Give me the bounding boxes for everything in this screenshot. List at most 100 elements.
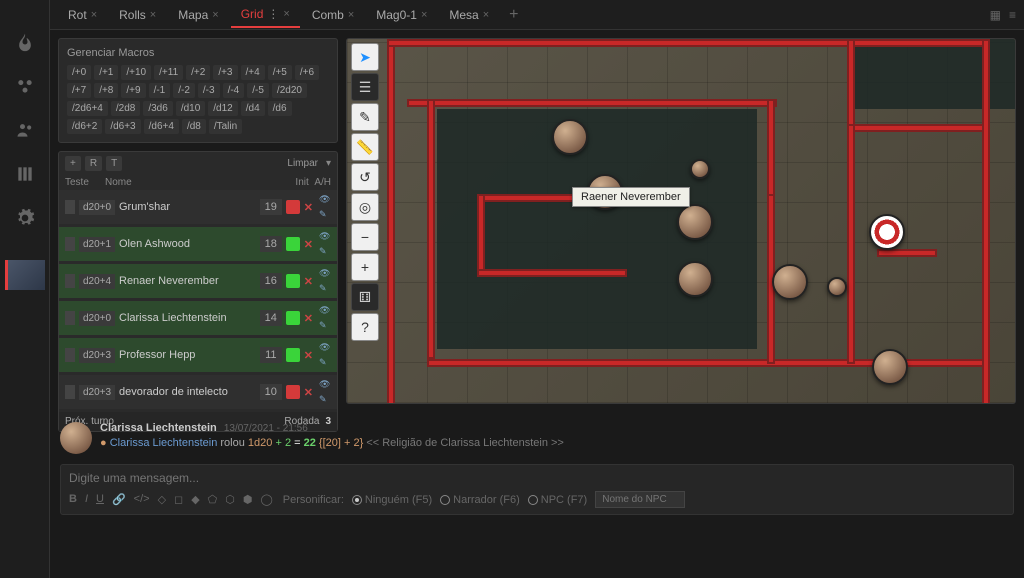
- delete-icon[interactable]: ✕: [304, 349, 313, 362]
- macro-chip[interactable]: /d6+4: [144, 119, 179, 134]
- drag-handle[interactable]: [65, 200, 75, 214]
- flame-icon[interactable]: [13, 30, 37, 54]
- init-t-button[interactable]: T: [106, 156, 122, 171]
- target-tool[interactable]: ◎: [351, 193, 379, 221]
- close-icon[interactable]: ×: [91, 9, 97, 21]
- macro-chip[interactable]: /d10: [176, 101, 205, 116]
- color-swatch[interactable]: [286, 200, 300, 214]
- macro-chip[interactable]: /d8: [182, 119, 206, 134]
- initiative-value[interactable]: 18: [260, 236, 282, 252]
- edit-icon[interactable]: ✎: [319, 394, 331, 405]
- macro-chip[interactable]: /d6+2: [67, 119, 102, 134]
- users-icon[interactable]: [13, 118, 37, 142]
- token[interactable]: [552, 119, 588, 155]
- initiative-row[interactable]: d20+4Renaer Neverember16✕👁✎: [59, 264, 337, 298]
- macro-chip[interactable]: /2d6+4: [67, 101, 108, 116]
- initiative-value[interactable]: 16: [260, 273, 282, 289]
- dice-tool[interactable]: ⚅: [351, 283, 379, 311]
- radio-none[interactable]: Ninguém (F5): [352, 494, 432, 506]
- chevron-down-icon[interactable]: ▾: [326, 158, 331, 169]
- close-icon[interactable]: ×: [483, 9, 489, 21]
- tab-rot[interactable]: Rot×: [58, 3, 107, 27]
- tab-comb[interactable]: Comb×: [302, 3, 364, 27]
- macro-chip[interactable]: /+4: [241, 65, 265, 80]
- radio-npc[interactable]: NPC (F7): [528, 494, 587, 506]
- history-tool[interactable]: ↺: [351, 163, 379, 191]
- drag-handle[interactable]: [65, 274, 75, 288]
- delete-icon[interactable]: ✕: [304, 312, 313, 325]
- macro-chip[interactable]: /+2: [186, 65, 210, 80]
- drag-handle[interactable]: [65, 348, 75, 362]
- d100-icon[interactable]: ◯: [260, 493, 272, 506]
- tab-grid[interactable]: Grid⋮×: [231, 2, 300, 28]
- token-target[interactable]: [869, 214, 905, 250]
- macro-chip[interactable]: /+3: [213, 65, 237, 80]
- initiative-row[interactable]: d20+1Olen Ashwood18✕👁✎: [59, 227, 337, 261]
- d4-icon[interactable]: ◇: [158, 493, 166, 506]
- italic-button[interactable]: I: [85, 493, 88, 506]
- close-icon[interactable]: ×: [212, 9, 218, 21]
- color-swatch[interactable]: [286, 237, 300, 251]
- zoom-out-tool[interactable]: −: [351, 223, 379, 251]
- layers-tool[interactable]: ☰: [351, 73, 379, 101]
- token[interactable]: [677, 204, 713, 240]
- macro-chip[interactable]: /d6: [268, 101, 292, 116]
- macro-chip[interactable]: /+0: [67, 65, 91, 80]
- test-value[interactable]: d20+3: [79, 348, 115, 363]
- test-value[interactable]: d20+3: [79, 385, 115, 400]
- drag-handle[interactable]: [65, 237, 75, 251]
- token-small[interactable]: [827, 277, 847, 297]
- gear-icon[interactable]: [13, 206, 37, 230]
- test-value[interactable]: d20+0: [79, 200, 115, 215]
- token[interactable]: [677, 261, 713, 297]
- eye-icon[interactable]: 👁: [319, 305, 331, 316]
- macro-chip[interactable]: /3d6: [143, 101, 172, 116]
- ruler-tool[interactable]: 📏: [351, 133, 379, 161]
- draw-tool[interactable]: ✎: [351, 103, 379, 131]
- test-value[interactable]: d20+0: [79, 311, 115, 326]
- macro-chip[interactable]: /+8: [94, 83, 118, 98]
- macro-chip[interactable]: /+5: [268, 65, 292, 80]
- initiative-value[interactable]: 19: [260, 199, 282, 215]
- tab-mesa[interactable]: Mesa×: [439, 3, 499, 27]
- token[interactable]: [872, 349, 908, 385]
- color-swatch[interactable]: [286, 274, 300, 288]
- zoom-in-tool[interactable]: +: [351, 253, 379, 281]
- init-clear-button[interactable]: Limpar: [287, 158, 318, 169]
- drag-handle[interactable]: [65, 311, 75, 325]
- macro-chip[interactable]: /2d8: [111, 101, 140, 116]
- drag-handle[interactable]: [65, 385, 75, 399]
- test-value[interactable]: d20+4: [79, 274, 115, 289]
- cursor-tool[interactable]: ➤: [351, 43, 379, 71]
- macro-chip[interactable]: /Talin: [209, 119, 242, 134]
- d6-icon[interactable]: ◻: [174, 493, 183, 506]
- token-small[interactable]: [690, 159, 710, 179]
- initiative-row[interactable]: d20+3devorador de intelecto10✕👁✎: [59, 375, 337, 409]
- tab-rolls[interactable]: Rolls×: [109, 3, 166, 27]
- eye-icon[interactable]: 👁: [319, 379, 331, 390]
- list-view-icon[interactable]: ≡: [1009, 8, 1016, 22]
- macro-chip[interactable]: /-2: [173, 83, 195, 98]
- macro-chip[interactable]: /+7: [67, 83, 91, 98]
- link-button[interactable]: 🔗: [112, 493, 126, 506]
- macro-chip[interactable]: /+1: [94, 65, 118, 80]
- edit-icon[interactable]: ✎: [319, 357, 331, 368]
- edit-icon[interactable]: ✎: [319, 246, 331, 257]
- macro-chip[interactable]: /-5: [247, 83, 269, 98]
- d10-icon[interactable]: ⬠: [208, 493, 218, 506]
- initiative-value[interactable]: 10: [260, 384, 282, 400]
- eye-icon[interactable]: 👁: [319, 194, 331, 205]
- macro-chip[interactable]: /+10: [121, 65, 151, 80]
- initiative-row[interactable]: d20+0Grum'shar19✕👁✎: [59, 190, 337, 224]
- close-icon[interactable]: ×: [150, 9, 156, 21]
- tab-mag[interactable]: Mag0-1×: [366, 3, 437, 27]
- map-canvas[interactable]: Raener Neverember ➤ ☰ ✎ 📏 ↺ ◎ − + ⚅ ?: [346, 38, 1016, 404]
- tab-mapa[interactable]: Mapa×: [168, 3, 228, 27]
- d12-icon[interactable]: ⬡: [225, 493, 235, 506]
- macro-chip[interactable]: /d4: [241, 101, 265, 116]
- d20-icon[interactable]: ⬢: [243, 493, 253, 506]
- underline-button[interactable]: U: [96, 493, 104, 506]
- initiative-row[interactable]: d20+0Clarissa Liechtenstein14✕👁✎: [59, 301, 337, 335]
- d8-icon[interactable]: ◆: [191, 493, 199, 506]
- initiative-row[interactable]: d20+3Professor Hepp11✕👁✎: [59, 338, 337, 372]
